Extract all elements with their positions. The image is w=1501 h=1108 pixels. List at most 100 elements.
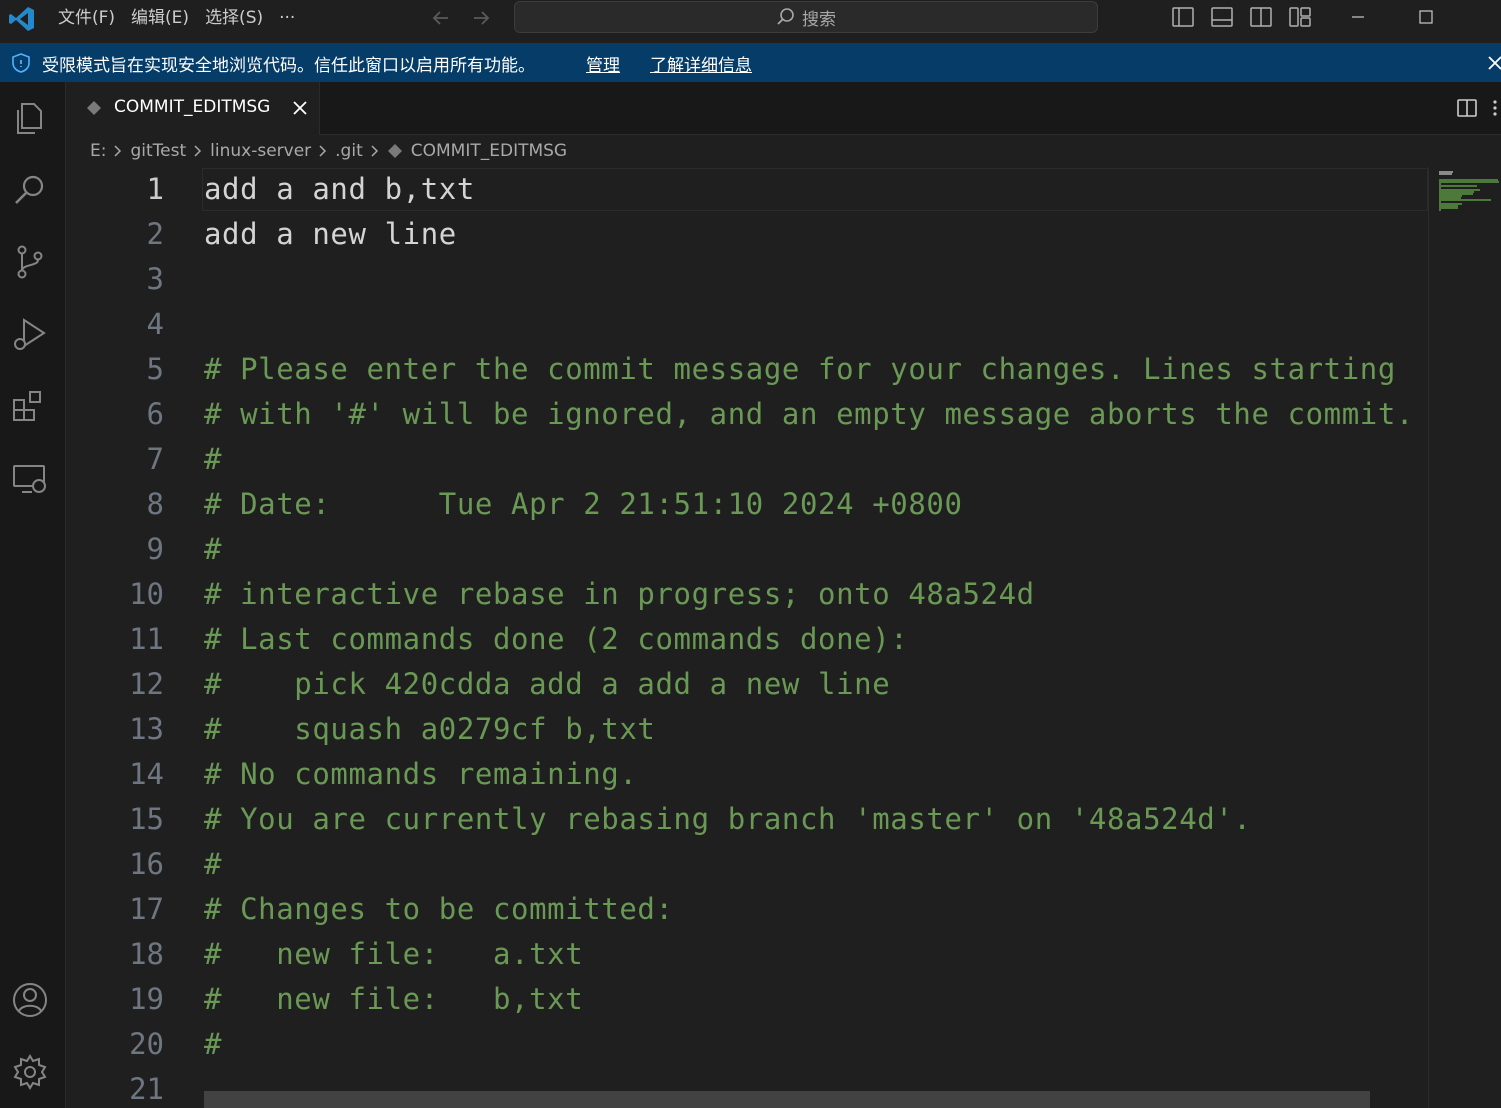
code-line[interactable]: 18 # new file: a.txt xyxy=(66,932,1428,977)
code-line[interactable]: 3 xyxy=(66,257,1428,302)
customize-layout-icon[interactable] xyxy=(1287,4,1313,30)
minimap-line xyxy=(1439,173,1452,175)
breadcrumb-drive[interactable]: E: xyxy=(90,141,106,161)
extensions-icon[interactable] xyxy=(10,386,50,426)
comment-text: # interactive rebase in progress; onto 4… xyxy=(204,577,1035,611)
split-editor-icon[interactable] xyxy=(1455,96,1479,120)
git-file-icon xyxy=(387,144,402,158)
minimize-button[interactable] xyxy=(1335,0,1381,34)
comment-text: # Last commands done (2 commands done): xyxy=(204,622,909,656)
line-number: 18 xyxy=(129,937,164,971)
line-number: 21 xyxy=(129,1072,164,1106)
line-number: 12 xyxy=(129,667,164,701)
comment-text: # xyxy=(204,1027,223,1061)
code-line[interactable]: 2 add a new line xyxy=(66,212,1428,257)
more-actions-icon[interactable] xyxy=(1489,96,1501,120)
code-line[interactable]: 17 # Changes to be committed: xyxy=(66,887,1428,932)
code-line[interactable]: 15 # You are currently rebasing branch 'm… xyxy=(66,797,1428,842)
breadcrumb-linux-server[interactable]: linux-server xyxy=(210,141,311,161)
code-line[interactable]: 10 # interactive rebase in progress; onto… xyxy=(66,572,1428,617)
line-number: 20 xyxy=(129,1027,164,1061)
line-number: 14 xyxy=(129,757,164,791)
line-number: 19 xyxy=(129,982,164,1016)
code-line[interactable]: 9 # xyxy=(66,527,1428,572)
minimap-line xyxy=(1439,199,1492,201)
code-line[interactable]: 13 # squash a0279cf b,txt xyxy=(66,707,1428,752)
breadcrumb-file[interactable]: COMMIT_EDITMSG xyxy=(411,141,567,161)
accounts-icon[interactable] xyxy=(10,980,50,1020)
shield-icon xyxy=(12,53,30,73)
layout-controls xyxy=(1170,4,1313,30)
line-number: 4 xyxy=(146,307,164,341)
code-line[interactable]: 4 xyxy=(66,302,1428,347)
run-debug-icon[interactable] xyxy=(10,314,50,354)
tab-commit-editmsg[interactable]: COMMIT_EDITMSG xyxy=(66,82,320,135)
arrow-forward-icon[interactable] xyxy=(468,5,494,31)
close-icon[interactable] xyxy=(1486,53,1501,73)
comment-text: # squash a0279cf b,txt xyxy=(204,712,656,746)
code-line[interactable]: 7 # xyxy=(66,437,1428,482)
restricted-mode-banner: 受限模式旨在实现安全地浏览代码。信任此窗口以启用所有功能。 管理 了解详细信息 xyxy=(0,43,1501,82)
chevron-right-icon xyxy=(114,145,122,157)
line-number: 3 xyxy=(146,262,164,296)
maximize-icon xyxy=(1419,10,1433,24)
toggle-secondary-sidebar-icon[interactable] xyxy=(1248,4,1274,30)
line-number: 13 xyxy=(129,712,164,746)
code-text: add a new line xyxy=(204,217,457,251)
code-line[interactable]: 6 # with '#' will be ignored, and an empt… xyxy=(66,392,1428,437)
breadcrumb-gittest[interactable]: gitTest xyxy=(130,141,186,161)
code-line[interactable]: 16 # xyxy=(66,842,1428,887)
remote-explorer-icon[interactable] xyxy=(10,458,50,498)
activity-bar xyxy=(0,82,66,1108)
breadcrumb-git[interactable]: .git xyxy=(335,141,363,161)
search-icon[interactable] xyxy=(10,170,50,210)
learn-more-link[interactable]: 了解详细信息 xyxy=(650,51,752,76)
toggle-primary-sidebar-icon[interactable] xyxy=(1170,4,1196,30)
window-controls xyxy=(1335,0,1449,34)
chevron-right-icon xyxy=(371,145,378,157)
chevron-right-icon xyxy=(319,145,327,157)
code-line[interactable]: 5 # Please enter the commit message for y… xyxy=(66,347,1428,392)
git-file-icon xyxy=(87,101,101,115)
search-label: 搜索 xyxy=(802,9,836,30)
comment-text: # Please enter the commit message for yo… xyxy=(204,352,1396,386)
comment-text: # No commands remaining. xyxy=(204,757,638,791)
code-editor[interactable]: 1 add a and b,txt 2 add a new line 3 4 5 # Plea… xyxy=(66,167,1428,1108)
source-control-icon[interactable] xyxy=(10,242,50,282)
manage-link[interactable]: 管理 xyxy=(586,51,620,76)
code-line[interactable]: 19 # new file: b,txt xyxy=(66,977,1428,1022)
menu-more[interactable]: ··· xyxy=(271,3,303,33)
minimap-line xyxy=(1439,209,1441,211)
title-bar: 文件(F) 编辑(E) 选择(S) ··· 搜索 xyxy=(0,0,1501,43)
maximize-button[interactable] xyxy=(1403,0,1449,34)
code-line[interactable]: 14 # No commands remaining. xyxy=(66,752,1428,797)
close-icon[interactable] xyxy=(290,98,310,118)
code-line[interactable]: 11 # Last commands done (2 commands done)… xyxy=(66,617,1428,662)
menu-selection[interactable]: 选择(S) xyxy=(197,3,271,33)
explorer-icon[interactable] xyxy=(10,98,50,138)
tab-label: COMMIT_EDITMSG xyxy=(114,97,271,117)
line-number: 5 xyxy=(146,352,164,386)
line-number: 10 xyxy=(129,577,164,611)
toggle-panel-icon[interactable] xyxy=(1209,4,1235,30)
command-center-search[interactable]: 搜索 xyxy=(514,1,1098,33)
comment-text: # Date: Tue Apr 2 21:51:10 2024 +0800 xyxy=(204,487,963,521)
horizontal-scrollbar[interactable] xyxy=(204,1091,1370,1108)
comment-text: # xyxy=(204,532,223,566)
minimap-line xyxy=(1439,185,1477,187)
menu-edit[interactable]: 编辑(E) xyxy=(123,3,197,33)
code-text: add a and b,txt xyxy=(204,172,475,206)
line-number: 9 xyxy=(146,532,164,566)
menu-file[interactable]: 文件(F) xyxy=(50,3,123,33)
breadcrumb: E: gitTest linux-server .git COMMIT_EDIT… xyxy=(66,135,1501,167)
code-line[interactable]: 8 # Date: Tue Apr 2 21:51:10 2024 +0800 xyxy=(66,482,1428,527)
code-line[interactable]: 20 # xyxy=(66,1022,1428,1067)
menu-bar: 文件(F) 编辑(E) 选择(S) ··· xyxy=(50,0,303,35)
code-line[interactable]: 12 # pick 420cdda add a add a new line xyxy=(66,662,1428,707)
gear-icon[interactable] xyxy=(10,1052,50,1092)
comment-text: # Changes to be committed: xyxy=(204,892,674,926)
minimap[interactable] xyxy=(1428,167,1501,1108)
minimize-icon xyxy=(1352,16,1364,18)
arrow-back-icon[interactable] xyxy=(428,5,454,31)
code-line[interactable]: 1 add a and b,txt xyxy=(66,167,1428,212)
